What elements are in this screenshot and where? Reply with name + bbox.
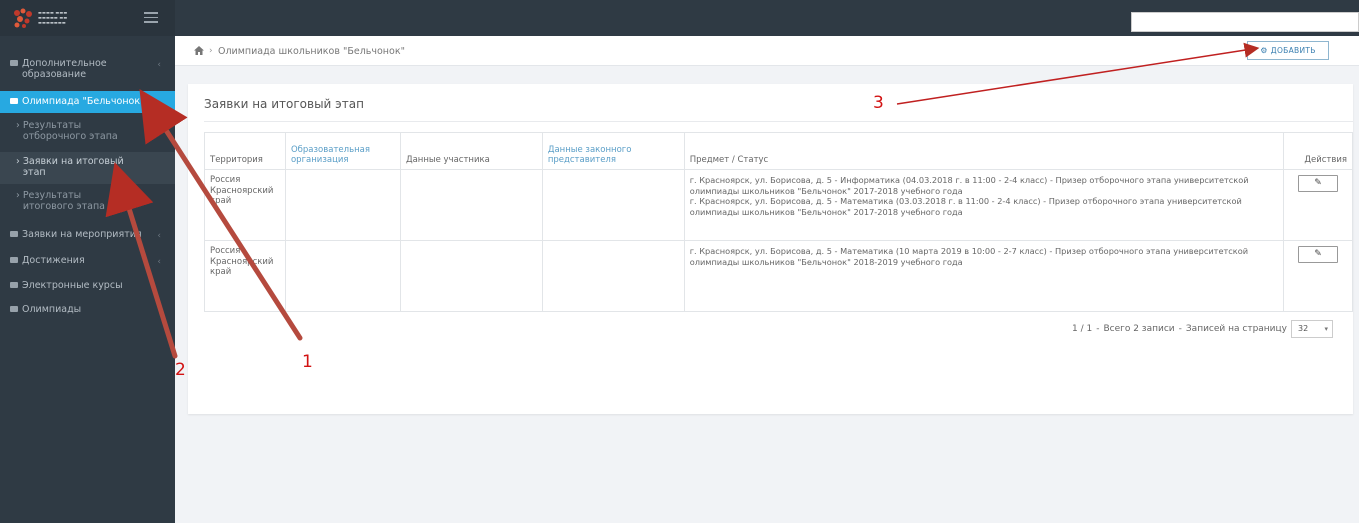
sidebar: Дополнительное образование ‹ Олимпиада "… [0, 36, 175, 523]
cell-representative [541, 240, 685, 312]
sidebar-item-achievements[interactable]: Достижения ‹ [0, 255, 175, 267]
column-header-actions: Действия [1282, 132, 1354, 170]
column-header-organization[interactable]: Образовательная организация [284, 132, 401, 170]
cell-organization [284, 169, 401, 241]
sidebar-item-label: Олимпиады [22, 304, 82, 315]
sidebar-item-additional-education[interactable]: Дополнительное образование ‹ [0, 58, 175, 80]
breadcrumb: › Олимпиада школьников "Бельчонок" ⚙ ДОБА… [175, 36, 1359, 66]
sidebar-subitem-final-applications[interactable]: › Заявки на итоговый этап [0, 152, 175, 184]
edit-button[interactable]: ✎ [1297, 246, 1338, 263]
cell-participant [399, 240, 543, 312]
sidebar-item-event-applications[interactable]: Заявки на мероприятия ‹ [0, 229, 175, 241]
pagination-pages: 1 / 1 [1072, 324, 1093, 334]
pagination-separator: - [1178, 324, 1182, 334]
folder-icon [10, 257, 18, 263]
gear-icon: ⚙ [1260, 46, 1268, 55]
logo[interactable]: ▬▬▬▬ ▬▬▬ ▬▬▬▬▬ ▬▬ ▬▬▬▬▬▬▬ [0, 0, 175, 36]
pencil-icon: ✎ [1314, 249, 1322, 259]
add-button[interactable]: ⚙ ДОБАВИТЬ [1247, 41, 1329, 60]
cell-territory: Россия Красноярский край [204, 240, 286, 312]
table-row: Россия Красноярский край г. Красноярск, … [204, 240, 1354, 312]
column-header-representative[interactable]: Данные законного представителя [541, 132, 685, 170]
cell-organization [284, 240, 401, 312]
pagination-total: Всего 2 записи [1103, 324, 1175, 334]
chevron-left-icon: ‹ [157, 231, 161, 241]
sidebar-item-label: Электронные курсы [22, 280, 123, 291]
chevron-left-icon: ‹ [157, 60, 161, 70]
pencil-icon: ✎ [1314, 178, 1322, 188]
subject-entry: г. Красноярск, ул. Борисова, д. 5 - Инфо… [689, 175, 1249, 196]
table-header-row: Территория Образовательная организация Д… [204, 132, 1354, 170]
subject-entry: г. Красноярск, ул. Борисова, д. 5 - Мате… [689, 246, 1249, 267]
add-button-label: ДОБАВИТЬ [1270, 46, 1316, 55]
folder-icon [10, 282, 18, 288]
chevron-down-icon: ▾ [1324, 325, 1328, 333]
folder-icon [10, 60, 18, 66]
university-logo-icon [14, 8, 32, 28]
pagination: 1 / 1 - Всего 2 записи - Записей на стра… [1072, 320, 1333, 338]
logo-wordmark: ▬▬▬▬ ▬▬▬ ▬▬▬▬▬ ▬▬ ▬▬▬▬▬▬▬ [38, 10, 68, 25]
sidebar-item-olympiads[interactable]: Олимпиады [0, 304, 175, 315]
top-bar: ▬▬▬▬ ▬▬▬ ▬▬▬▬▬ ▬▬ ▬▬▬▬▬▬▬ [0, 0, 1359, 36]
per-page-value: 32 [1298, 324, 1309, 333]
sidebar-item-label: Заявки на мероприятия [22, 229, 142, 240]
sidebar-item-label: Олимпиада "Бельчонок" [22, 96, 145, 107]
sidebar-subitem-final-results[interactable]: › Результаты итогового этапа [0, 188, 175, 220]
sidebar-item-label: Дополнительное образование [22, 58, 107, 80]
sidebar-item-online-courses[interactable]: Электронные курсы [0, 280, 175, 291]
edit-button[interactable]: ✎ [1297, 175, 1338, 192]
cell-subject-status: г. Красноярск, ул. Борисова, д. 5 - Инфо… [683, 169, 1284, 241]
per-page-select[interactable]: 32 ▾ [1291, 320, 1333, 338]
annotation-label-1: 1 [302, 352, 313, 372]
panel-title: Заявки на итоговый этап [204, 97, 364, 111]
cell-actions: ✎ [1282, 169, 1354, 241]
folder-icon [10, 306, 18, 312]
breadcrumb-separator: › [209, 46, 213, 56]
cell-participant [399, 169, 543, 241]
sidebar-item-label: Достижения [22, 255, 85, 266]
sidebar-subitem-label: Заявки на итоговый этап [22, 156, 124, 178]
chevron-left-icon: ‹ [157, 257, 161, 267]
folder-icon [10, 98, 18, 104]
annotation-label-3: 3 [873, 93, 884, 113]
sidebar-subitem-label: Результаты отборочного этапа [22, 120, 118, 142]
chevron-down-icon: ⌄ [153, 97, 161, 107]
column-header-participant[interactable]: Данные участника [399, 132, 543, 170]
hamburger-menu-icon[interactable] [144, 12, 158, 23]
per-page-label: Записей на страницу [1185, 324, 1287, 334]
sidebar-item-olympiad-belchonok[interactable]: Олимпиада "Бельчонок" ⌄ [0, 91, 175, 113]
annotation-label-2: 2 [175, 360, 186, 380]
cell-territory: Россия Красноярский край [204, 169, 286, 241]
applications-table: Территория Образовательная организация Д… [204, 132, 1354, 312]
cell-actions: ✎ [1282, 240, 1354, 312]
divider [204, 121, 1353, 122]
sidebar-subitem-qualifying-results[interactable]: › Результаты отборочного этапа [0, 118, 175, 151]
cell-subject-status: г. Красноярск, ул. Борисова, д. 5 - Мате… [683, 240, 1284, 312]
folder-icon [10, 231, 18, 237]
column-header-territory[interactable]: Территория [204, 132, 286, 170]
cell-representative [541, 169, 685, 241]
subject-entry: г. Красноярск, ул. Борисова, д. 5 - Мате… [689, 196, 1242, 217]
pagination-separator: - [1096, 324, 1100, 334]
applications-panel: Заявки на итоговый этап Территория Образ… [188, 84, 1354, 414]
home-icon[interactable] [194, 46, 204, 55]
top-search-input[interactable] [1131, 12, 1359, 32]
table-row: Россия Красноярский край г. Красноярск, … [204, 169, 1354, 241]
column-header-subject-status[interactable]: Предмет / Статус [683, 132, 1284, 170]
sidebar-subitem-label: Результаты итогового этапа [22, 190, 105, 212]
breadcrumb-current: Олимпиада школьников "Бельчонок" [218, 46, 405, 57]
